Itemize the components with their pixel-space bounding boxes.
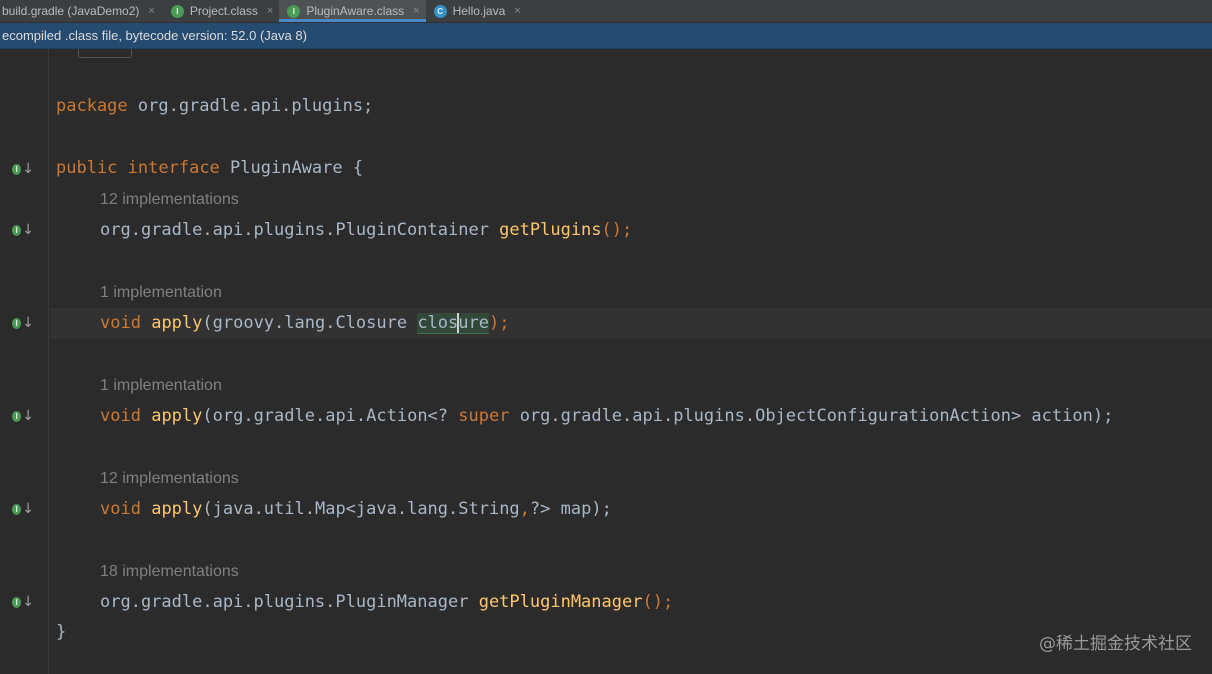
punctuation: (); [642,592,674,612]
code-line-getpluginmanager: org.gradle.api.plugins.PluginManager get… [0,587,1212,618]
return-type: org.gradle.api.plugins.PluginManager [100,592,479,612]
close-icon[interactable]: × [413,5,419,17]
method-name: apply [151,313,203,333]
tab-hello-java[interactable]: C Hello.java × [426,0,527,22]
tab-label: Project.class [189,4,258,18]
code-editor[interactable]: package org.gradle.api.plugins; I ↓ publi… [0,49,1212,674]
method-name: getPlugins [499,220,602,240]
implementations-hint[interactable]: 12 implementations [100,184,239,215]
code-line-close-brace: } [0,617,1212,648]
tab-label: Hello.java [452,4,506,18]
identifier-part: clos [417,313,459,333]
code-line-package: package org.gradle.api.plugins; [0,91,1212,122]
package-name: org.gradle.api.plugins; [127,96,374,116]
parameters: (groovy.lang.Closure [202,313,418,333]
implementations-hint[interactable]: 18 implementations [100,556,239,587]
keyword: interface [127,158,220,178]
return-type: org.gradle.api.plugins.PluginContainer [100,220,500,240]
keyword: void [100,406,141,426]
keyword: super [458,406,510,426]
punctuation: , [519,499,530,519]
punctuation: ); [489,313,510,333]
code-line-getplugins: org.gradle.api.plugins.PluginContainer g… [0,215,1212,246]
code-line-apply-action: void apply(org.gradle.api.Action<? super… [0,401,1212,432]
code-line-interface: public interface PluginAware { [0,153,1212,184]
tab-label: PluginAware.class [306,4,405,18]
close-icon[interactable]: × [267,5,273,17]
parameters: (java.util.Map<java.lang.String [202,499,520,519]
implementations-hint[interactable]: 12 implementations [100,463,239,494]
punctuation: (); [601,220,633,240]
class-icon: C [433,4,447,18]
decompiled-info-banner: ecompiled .class file, bytecode version:… [0,23,1212,49]
closing-brace: } [56,622,67,642]
banner-text: ecompiled .class file, bytecode version:… [2,28,307,43]
tab-pluginaware-class[interactable]: I PluginAware.class × [279,0,426,22]
tab-label: build.gradle (JavaDemo2) [2,4,140,18]
editor-tab-bar: build.gradle (JavaDemo2) × I Project.cla… [0,0,1212,23]
tab-build-gradle[interactable]: build.gradle (JavaDemo2) × [0,0,161,22]
gutter-divider [48,49,49,674]
code-line-apply-closure: void apply(groovy.lang.Closure closure); [0,308,1212,339]
keyword: void [100,499,141,519]
method-name: apply [151,499,203,519]
folded-comment-marker[interactable] [78,49,132,58]
highlighted-identifier[interactable]: closure [417,313,489,334]
implementations-hint[interactable]: 1 implementation [100,370,222,401]
keyword: package [56,96,128,116]
keyword: void [100,313,141,333]
implementations-hint[interactable]: 1 implementation [100,277,222,308]
close-icon[interactable]: × [514,5,520,17]
interface-icon: I [287,4,301,18]
close-icon[interactable]: × [148,5,154,17]
watermark: @稀土掘金技术社区 [1039,634,1192,654]
parameters: (org.gradle.api.Action<? [202,406,459,426]
method-name: getPluginManager [478,592,643,612]
interface-icon: I [170,4,184,18]
parameters: org.gradle.api.plugins.ObjectConfigurati… [509,406,1114,426]
identifier-part: ure [458,313,489,333]
code-line-apply-map: void apply(java.util.Map<java.lang.Strin… [0,494,1212,525]
method-name: apply [151,406,203,426]
interface-name: PluginAware { [219,158,364,178]
tab-project-class[interactable]: I Project.class × [161,0,279,22]
parameters: ?> map); [529,499,612,519]
keyword: public [56,158,118,178]
